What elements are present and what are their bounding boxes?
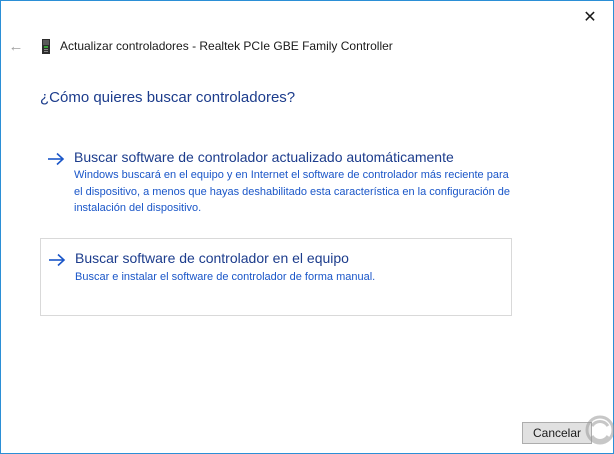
back-arrow-icon: ← xyxy=(8,37,24,55)
close-icon: ✕ xyxy=(583,9,597,26)
option-description: Buscar e instalar el software de control… xyxy=(75,271,376,283)
back-button[interactable]: ← xyxy=(5,37,27,55)
option-title: Buscar software de controlador en el equ… xyxy=(75,250,349,266)
browse-computer-option[interactable]: Buscar software de controlador en el equ… xyxy=(40,238,512,316)
update-drivers-dialog: ✕ ← Actualizar controladores - Realtek P… xyxy=(0,0,614,454)
arrow-right-icon xyxy=(49,253,66,267)
title-bar: ✕ xyxy=(1,1,613,33)
option-title: Buscar software de controlador actualiza… xyxy=(74,149,454,165)
page-question: ¿Cómo quieres buscar controladores? xyxy=(40,89,296,106)
option-description: Windows buscará en el equipo y en Intern… xyxy=(74,169,510,214)
arrow-right-icon xyxy=(48,152,65,166)
network-device-icon xyxy=(42,39,50,54)
dialog-title: Actualizar controladores - Realtek PCIe … xyxy=(60,39,393,53)
close-button[interactable]: ✕ xyxy=(567,1,613,33)
watermark-logo-icon xyxy=(585,415,614,445)
search-automatically-option[interactable]: Buscar software de controlador actualiza… xyxy=(40,142,512,218)
